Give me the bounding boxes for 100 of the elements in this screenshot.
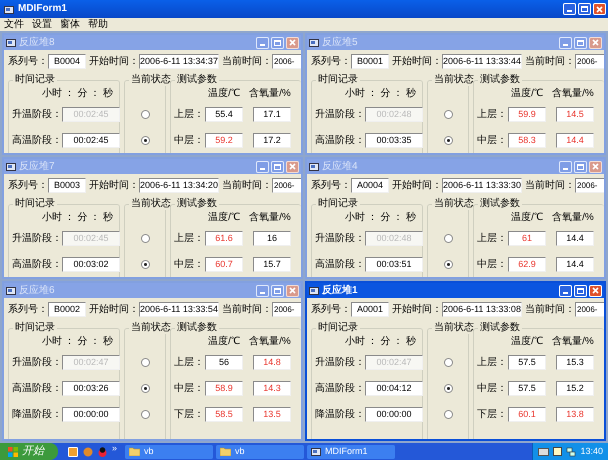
layer-label: 下层： [174, 408, 205, 422]
current-time-field[interactable]: 2006- [575, 54, 604, 69]
temperature-field[interactable]: 55.4 [205, 106, 243, 122]
oxygen-field[interactable]: 15.3 [556, 354, 594, 370]
radio-button[interactable] [140, 110, 150, 118]
current-time-field[interactable]: 2006- [272, 302, 301, 317]
current-time-field[interactable]: 2006- [575, 302, 604, 317]
oxygen-field[interactable]: 13.5 [253, 406, 291, 422]
serial-field[interactable]: A0001 [351, 302, 389, 317]
minimize-button[interactable] [559, 36, 572, 48]
oxygen-field[interactable]: 15.7 [253, 256, 291, 272]
time-field[interactable]: 00:03:26 [62, 380, 120, 396]
windows-logo-icon [8, 446, 18, 456]
radio-button[interactable] [444, 136, 452, 144]
menu-item[interactable]: 帮助 [88, 20, 108, 30]
oxygen-field[interactable]: 14.3 [253, 380, 291, 396]
time-field[interactable]: 00:00:00 [365, 406, 423, 422]
current-time-field[interactable]: 2006- [272, 54, 301, 69]
start-time-field[interactable]: 2006-6-11 13:33:30 [442, 178, 522, 193]
current-time-field[interactable]: 2006- [272, 178, 301, 193]
start-time-field[interactable]: 2006-6-11 13:34:37 [139, 54, 219, 69]
time-field[interactable]: 00:00:00 [62, 406, 120, 422]
temperature-field[interactable]: 59.9 [508, 106, 546, 122]
radio-button[interactable] [140, 410, 150, 418]
temperature-field[interactable]: 60.7 [205, 256, 243, 272]
restore-button[interactable] [578, 3, 591, 15]
oxygen-field[interactable]: 17.2 [253, 132, 291, 148]
minimize-button[interactable] [256, 284, 269, 296]
more-chevron[interactable]: » [112, 444, 118, 453]
temperature-field[interactable]: 58.9 [205, 380, 243, 396]
oxygen-field[interactable]: 14.4 [556, 132, 594, 148]
group-title: 时间记录 [13, 198, 57, 210]
start-time-field[interactable]: 2006-6-11 13:33:54 [139, 302, 219, 317]
minimize-button[interactable] [559, 160, 572, 172]
menu-item[interactable]: 文件 [4, 20, 24, 30]
radio-button[interactable] [140, 384, 150, 392]
oxygen-field[interactable]: 15.2 [556, 380, 594, 396]
serial-label: 系列号： [311, 178, 351, 193]
maximize-button[interactable] [574, 160, 587, 172]
serial-field[interactable]: B0001 [351, 54, 389, 69]
maximize-button[interactable] [271, 36, 284, 48]
maximize-button[interactable] [271, 284, 284, 296]
temperature-field[interactable]: 59.2 [205, 132, 243, 148]
radio-button[interactable] [140, 234, 150, 242]
layer-label: 中层： [477, 134, 508, 148]
time-field[interactable]: 00:03:35 [365, 132, 423, 148]
taskbar-button[interactable]: vb [125, 444, 214, 458]
maximize-button[interactable] [271, 160, 284, 172]
group-title: 当前状态 [129, 198, 173, 210]
minimize-button[interactable] [256, 160, 269, 172]
serial-field[interactable]: B0004 [48, 54, 86, 69]
oxygen-field[interactable]: 14.5 [556, 106, 594, 122]
start-time-field[interactable]: 2006-6-11 13:33:44 [442, 54, 522, 69]
taskbar-button[interactable]: vb [216, 444, 304, 458]
temperature-field[interactable]: 61 [508, 230, 546, 246]
temperature-field[interactable]: 58.5 [205, 406, 243, 422]
oxygen-field[interactable]: 16 [253, 230, 291, 246]
temperature-field[interactable]: 62.9 [508, 256, 546, 272]
oxygen-field[interactable]: 17.1 [253, 106, 291, 122]
radio-button[interactable] [444, 384, 452, 392]
time-field[interactable]: 00:02:45 [62, 132, 120, 148]
temperature-field[interactable]: 56 [205, 354, 243, 370]
taskbar-button[interactable]: MDIForm1 [307, 444, 396, 458]
penguin-icon[interactable] [98, 446, 107, 456]
serial-field[interactable]: B0003 [48, 178, 86, 193]
radio-button[interactable] [140, 260, 150, 268]
maximize-button[interactable] [574, 36, 587, 48]
radio-button[interactable] [140, 136, 150, 144]
time-units-header: 小时 ： 分 ： 秒 [42, 337, 113, 347]
temperature-field[interactable]: 57.5 [508, 354, 546, 370]
oxygen-field[interactable]: 14.4 [556, 230, 594, 246]
radio-button[interactable] [444, 110, 452, 118]
start-time-field[interactable]: 2006-6-11 13:34:20 [139, 178, 219, 193]
network-icon[interactable] [566, 446, 576, 456]
temperature-field[interactable]: 58.3 [508, 132, 546, 148]
radio-button[interactable] [444, 410, 452, 418]
oxygen-field[interactable]: 14.4 [556, 256, 594, 272]
time-field[interactable]: 00:03:02 [62, 256, 120, 272]
time-field[interactable]: 00:04:12 [365, 380, 423, 396]
serial-field[interactable]: A0004 [351, 178, 389, 193]
minimize-button[interactable] [256, 36, 269, 48]
temperature-field[interactable]: 61.6 [205, 230, 243, 246]
start-button[interactable]: 开始 [0, 443, 58, 460]
radio-button[interactable] [140, 358, 150, 366]
radio-button[interactable] [444, 260, 452, 268]
temperature-field[interactable]: 60.1 [508, 406, 546, 422]
current-time-field[interactable]: 2006- [575, 178, 604, 193]
radio-button[interactable] [444, 358, 452, 366]
menu-item[interactable]: 设置 [32, 20, 52, 30]
start-time-field[interactable]: 2006-6-11 13:33:08 [442, 302, 522, 317]
temperature-field[interactable]: 57.5 [508, 380, 546, 396]
radio-button[interactable] [444, 234, 452, 242]
oxygen-field[interactable]: 13.8 [556, 406, 594, 422]
tray-icon[interactable] [553, 447, 562, 456]
time-field[interactable]: 00:03:51 [365, 256, 423, 272]
menu-item[interactable]: 窗体 [60, 20, 80, 30]
stage-label: 升温阶段： [12, 108, 62, 122]
oxygen-field[interactable]: 14.8 [253, 354, 291, 370]
serial-field[interactable]: B0002 [48, 302, 86, 317]
keyboard-icon[interactable] [538, 448, 550, 456]
